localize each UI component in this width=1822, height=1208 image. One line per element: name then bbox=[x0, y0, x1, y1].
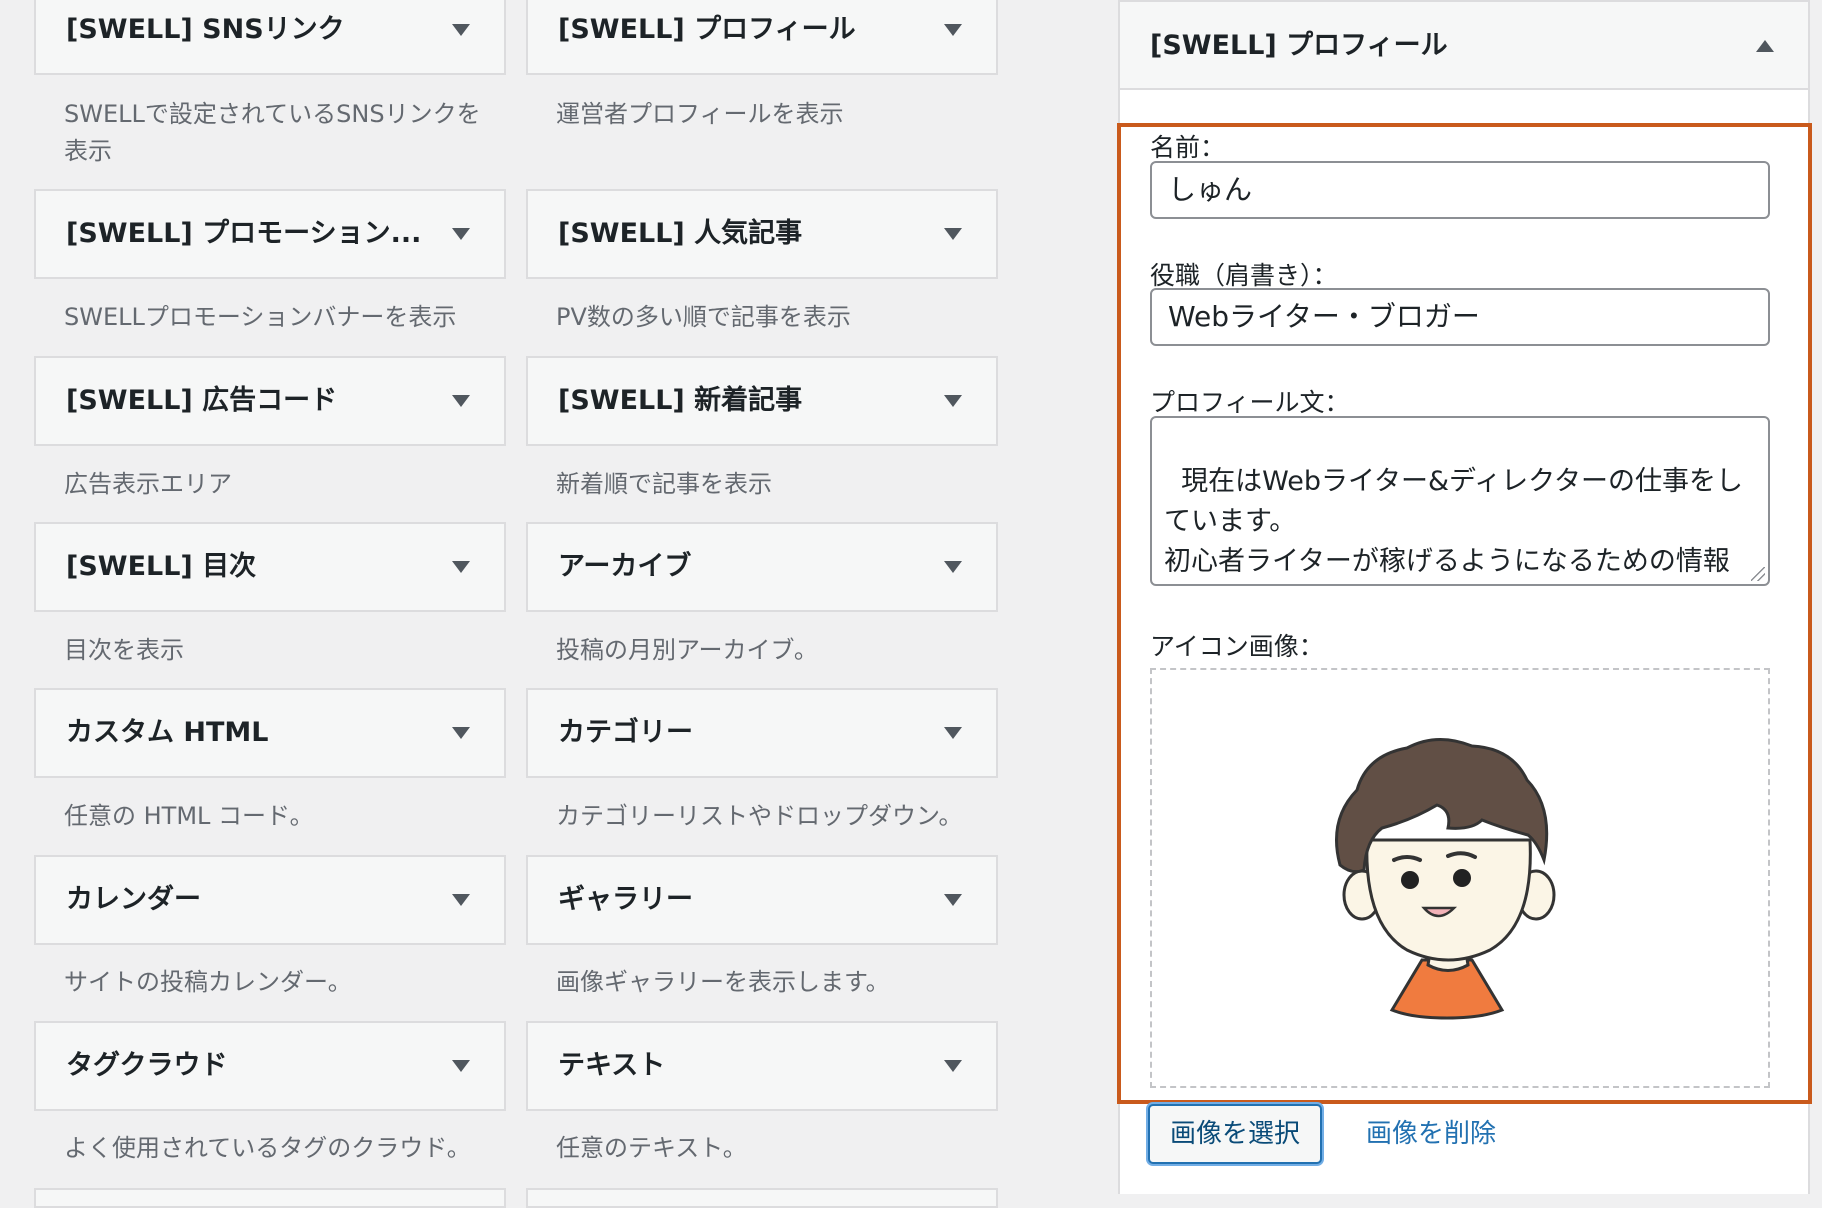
name-input[interactable]: しゅん bbox=[1150, 161, 1770, 219]
widget-swell-toc[interactable]: [SWELL] 目次 bbox=[34, 522, 506, 612]
profile-textarea[interactable]: 現在はWebライター&ディレクターの仕事をしています。 初心者ライターが稼げるよ… bbox=[1150, 416, 1770, 586]
widget-description: 運営者プロフィールを表示 bbox=[556, 100, 844, 128]
caret-down-icon[interactable] bbox=[452, 894, 470, 906]
role-input[interactable]: Webライター・ブロガー bbox=[1150, 288, 1770, 346]
caret-down-icon[interactable] bbox=[944, 24, 962, 36]
widget-partial[interactable] bbox=[526, 1188, 998, 1208]
widget-swell-promotion[interactable]: [SWELL] プロモーション... bbox=[34, 189, 506, 279]
profile-text: 現在はWebライター&ディレクターの仕事をしています。 初心者ライターが稼げるよ… bbox=[1164, 466, 1744, 577]
widget-title: [SWELL] 新着記事 bbox=[558, 385, 803, 416]
widget-description: 新着順で記事を表示 bbox=[556, 470, 772, 498]
caret-down-icon[interactable] bbox=[452, 24, 470, 36]
widget-description: 任意の HTML コード。 bbox=[64, 802, 314, 830]
widget-custom-html[interactable]: カスタム HTML bbox=[34, 688, 506, 778]
avatar-illustration bbox=[1334, 737, 1556, 1020]
widget-description: PV数の多い順で記事を表示 bbox=[556, 303, 851, 331]
widget-title: [SWELL] SNSリンク bbox=[66, 14, 345, 45]
widget-description: サイトの投稿カレンダー。 bbox=[64, 968, 352, 996]
widget-description: 画像ギャラリーを表示します。 bbox=[556, 968, 890, 996]
profile-text-label: プロフィール文： bbox=[1150, 388, 1350, 417]
widget-swell-popular[interactable]: [SWELL] 人気記事 bbox=[526, 189, 998, 279]
widget-swell-ad[interactable]: [SWELL] 広告コード bbox=[34, 356, 506, 446]
caret-down-icon[interactable] bbox=[452, 1060, 470, 1072]
caret-down-icon[interactable] bbox=[944, 1060, 962, 1072]
widget-archive[interactable]: アーカイブ bbox=[526, 522, 998, 612]
icon-image-preview bbox=[1150, 668, 1770, 1088]
widget-description: SWELLプロモーションバナーを表示 bbox=[64, 303, 457, 331]
widget-title: [SWELL] プロフィール bbox=[558, 14, 856, 45]
widget-title: カレンダー bbox=[66, 884, 201, 915]
caret-down-icon[interactable] bbox=[944, 561, 962, 573]
widget-categories[interactable]: カテゴリー bbox=[526, 688, 998, 778]
role-label: 役職（肩書き）： bbox=[1150, 261, 1338, 290]
widget-description: 目次を表示 bbox=[64, 636, 184, 664]
widget-title: [SWELL] 目次 bbox=[66, 551, 257, 582]
caret-down-icon[interactable] bbox=[452, 395, 470, 407]
widget-description: 任意のテキスト。 bbox=[556, 1134, 747, 1162]
widget-title: [SWELL] 広告コード bbox=[66, 385, 338, 416]
caret-up-icon[interactable] bbox=[1756, 40, 1774, 52]
widget-swell-profile[interactable]: [SWELL] プロフィール bbox=[526, 0, 998, 75]
widget-title: テキスト bbox=[558, 1050, 666, 1081]
caret-down-icon[interactable] bbox=[944, 228, 962, 240]
caret-down-icon[interactable] bbox=[944, 727, 962, 739]
widget-description: 広告表示エリア bbox=[64, 470, 232, 498]
widget-title: ギャラリー bbox=[558, 884, 693, 915]
caret-down-icon[interactable] bbox=[452, 561, 470, 573]
name-label: 名前： bbox=[1150, 133, 1226, 162]
widget-calendar[interactable]: カレンダー bbox=[34, 855, 506, 945]
widget-tag-cloud[interactable]: タグクラウド bbox=[34, 1021, 506, 1111]
widget-description: よく使用されているタグのクラウド。 bbox=[64, 1134, 471, 1162]
widget-title: [SWELL] 人気記事 bbox=[558, 218, 803, 249]
caret-down-icon[interactable] bbox=[944, 395, 962, 407]
icon-image-label: アイコン画像： bbox=[1150, 632, 1324, 661]
widget-title: タグクラウド bbox=[66, 1050, 228, 1081]
widget-description: カテゴリーリストやドロップダウン。 bbox=[556, 802, 963, 830]
widget-description: 投稿の月別アーカイブ。 bbox=[556, 636, 818, 664]
resize-handle[interactable] bbox=[1751, 567, 1765, 581]
panel-title: [SWELL] プロフィール bbox=[1150, 30, 1448, 61]
widget-text[interactable]: テキスト bbox=[526, 1021, 998, 1111]
caret-down-icon[interactable] bbox=[452, 228, 470, 240]
widget-title: カテゴリー bbox=[558, 717, 693, 748]
widget-title: [SWELL] プロモーション... bbox=[66, 218, 422, 249]
caret-down-icon[interactable] bbox=[944, 894, 962, 906]
widget-description: SWELLで設定されているSNSリンクを表示 bbox=[64, 100, 481, 165]
panel-header[interactable]: [SWELL] プロフィール bbox=[1120, 0, 1808, 90]
widget-gallery[interactable]: ギャラリー bbox=[526, 855, 998, 945]
widget-title: カスタム HTML bbox=[66, 717, 269, 748]
select-image-button[interactable]: 画像を選択 bbox=[1148, 1104, 1322, 1164]
widget-partial[interactable] bbox=[34, 1188, 506, 1208]
widget-swell-new-posts[interactable]: [SWELL] 新着記事 bbox=[526, 356, 998, 446]
widget-title: アーカイブ bbox=[558, 551, 692, 582]
remove-image-link[interactable]: 画像を削除 bbox=[1366, 1104, 1496, 1164]
caret-down-icon[interactable] bbox=[452, 727, 470, 739]
widget-swell-sns[interactable]: [SWELL] SNSリンク bbox=[34, 0, 506, 75]
